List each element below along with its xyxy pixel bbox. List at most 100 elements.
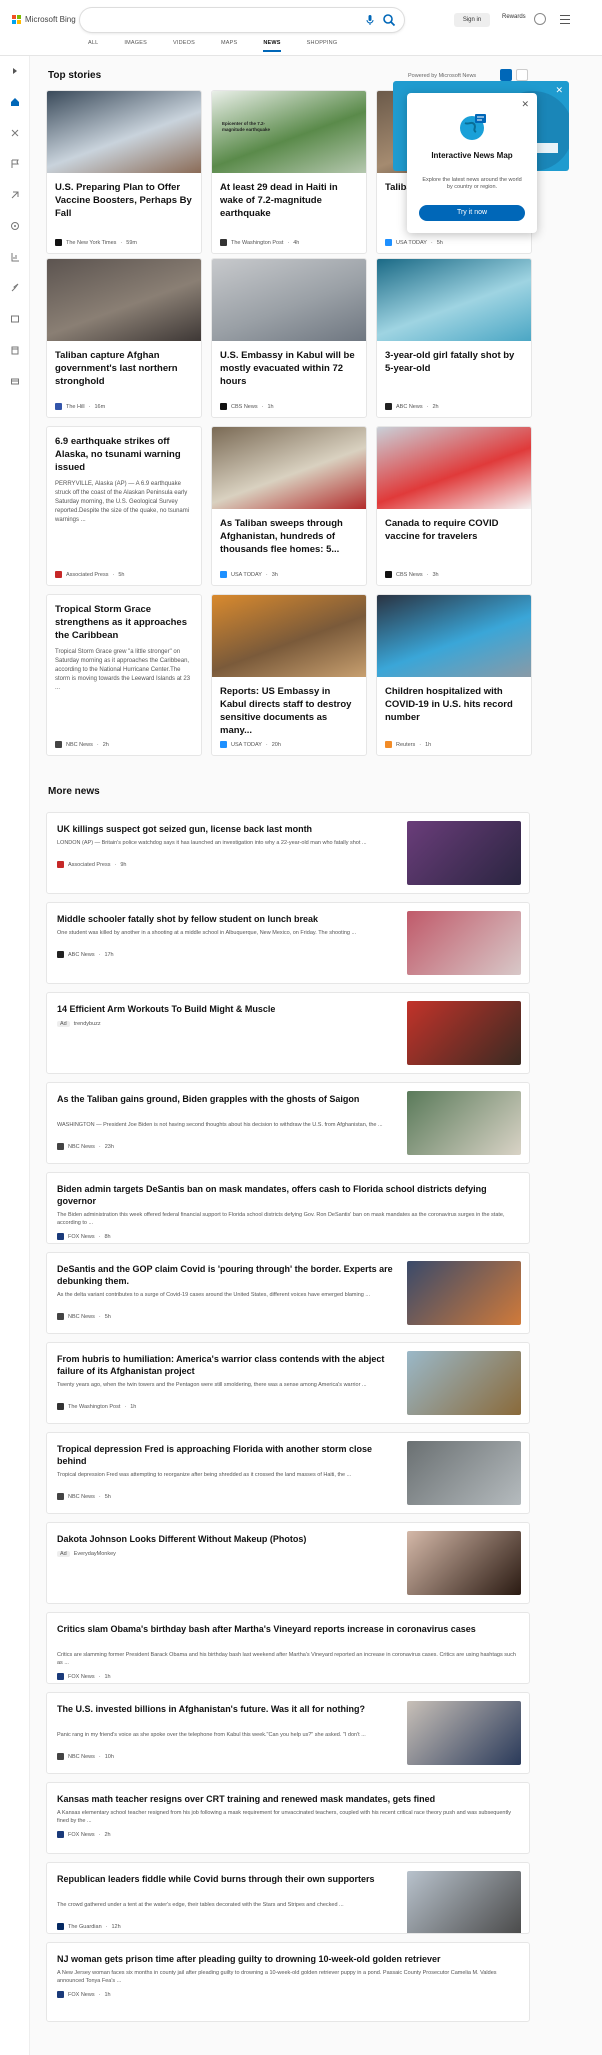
more-news-item[interactable]: UK killings suspect got seized gun, lice… [46,812,530,894]
news-card[interactable]: Reports: US Embassy in Kabul directs sta… [211,594,367,756]
separator: · [124,1403,127,1410]
news-card[interactable]: 3-year-old girl fatally shot by 5-year-o… [376,258,532,418]
microphone-icon[interactable] [364,14,376,26]
card-icon[interactable] [10,376,20,386]
money-icon[interactable] [10,190,20,200]
card-title[interactable]: At least 29 dead in Haiti in wake of 7.2… [220,181,358,220]
news-item-thumbnail[interactable] [407,1871,521,1933]
more-news-item[interactable]: NJ woman gets prison time after pleading… [46,1942,530,2022]
chart-icon[interactable] [10,252,20,262]
more-news-item[interactable]: Biden admin targets DeSantis ban on mask… [46,1172,530,1244]
news-item-thumbnail[interactable] [407,1701,521,1765]
more-news-item[interactable]: The U.S. invested billions in Afghanista… [46,1692,530,1774]
more-news-item[interactable]: Dakota Johnson Looks Different Without M… [46,1522,530,1604]
news-card[interactable]: 6.9 earthquake strikes off Alaska, no ts… [46,426,202,586]
card-source: USA TODAY · 20h [220,741,281,748]
news-card[interactable]: U.S. Preparing Plan to Offer Vaccine Boo… [46,90,202,254]
card-image [377,427,531,509]
scope-tabs: ALL IMAGES VIDEOS MAPS NEWS SHOPPING [88,40,363,52]
hamburger-menu-icon[interactable] [560,15,570,24]
search-icon[interactable] [382,13,396,27]
news-item-title[interactable]: UK killings suspect got seized gun, lice… [57,823,397,835]
news-item-title[interactable]: Tropical depression Fred is approaching … [57,1443,397,1467]
scope-tab-news[interactable]: NEWS [263,40,281,52]
popup-close-icon[interactable]: ✕ [521,99,529,110]
more-news-item[interactable]: 14 Efficient Arm Workouts To Build Might… [46,992,530,1074]
more-news-item[interactable]: Middle schooler fatally shot by fellow s… [46,902,530,984]
video-icon[interactable] [10,314,20,324]
more-news-item[interactable]: Republican leaders fiddle while Covid bu… [46,1862,530,1934]
sign-in-button[interactable]: Sign in [454,13,490,27]
news-item-title[interactable]: From hubris to humiliation: America's wa… [57,1353,397,1377]
expand-chevron-icon[interactable] [10,66,20,76]
news-item-source: NBC News · 5h [57,1313,111,1320]
news-item-title[interactable]: DeSantis and the GOP claim Covid is 'pou… [57,1263,397,1287]
news-item-thumbnail[interactable] [407,911,521,975]
news-item-source: FOX News · 1h [57,1991,111,1998]
rocket-icon[interactable] [10,283,20,293]
news-item-thumbnail[interactable] [407,1091,521,1155]
news-item-title[interactable]: Republican leaders fiddle while Covid bu… [57,1873,397,1885]
flag-icon[interactable] [10,159,20,169]
news-item-thumbnail[interactable] [407,1001,521,1065]
news-item-thumbnail[interactable] [407,1351,521,1415]
scope-tab-images[interactable]: IMAGES [124,40,147,52]
card-title[interactable]: As Taliban sweeps through Afghanistan, h… [220,517,358,556]
news-item-title[interactable]: Dakota Johnson Looks Different Without M… [57,1533,397,1545]
news-card[interactable]: Canada to require COVID vaccine for trav… [376,426,532,586]
rewards-label[interactable]: Rewards [502,14,526,20]
news-item-title[interactable]: Biden admin targets DeSantis ban on mask… [57,1183,517,1207]
more-news-item[interactable]: Tropical depression Fred is approaching … [46,1432,530,1514]
scope-tab-videos[interactable]: VIDEOS [173,40,195,52]
building-icon[interactable] [10,345,20,355]
news-item-title[interactable]: NJ woman gets prison time after pleading… [57,1953,517,1965]
news-card[interactable]: Taliban capture Afghan government's last… [46,258,202,418]
news-card[interactable]: U.S. Embassy in Kabul will be mostly eva… [211,258,367,418]
news-card[interactable]: Children hospitalized with COVID-19 in U… [376,594,532,756]
card-title[interactable]: Reports: US Embassy in Kabul directs sta… [220,685,358,737]
news-item-thumbnail[interactable] [407,1261,521,1325]
more-news-item[interactable]: As the Taliban gains ground, Biden grapp… [46,1082,530,1164]
news-item-thumbnail[interactable] [407,1531,521,1595]
map-view-icon[interactable] [516,69,528,81]
news-item-title[interactable]: As the Taliban gains ground, Biden grapp… [57,1093,397,1105]
promo-close-icon[interactable]: ✕ [555,85,563,96]
news-card[interactable]: As Taliban sweeps through Afghanistan, h… [211,426,367,586]
news-card[interactable]: Tropical Storm Grace strengthens as it a… [46,594,202,756]
rewards-trophy-icon[interactable] [534,13,546,25]
scope-tab-maps[interactable]: MAPS [221,40,237,52]
news-item-thumbnail[interactable] [407,821,521,885]
news-item-title[interactable]: Kansas math teacher resigns over CRT tra… [57,1793,517,1805]
more-news-item[interactable]: DeSantis and the GOP claim Covid is 'pou… [46,1252,530,1334]
card-title[interactable]: Taliban capture Afghan government's last… [55,349,193,388]
topics-icon[interactable] [10,128,20,138]
try-it-now-button[interactable]: Try it now [419,205,525,221]
news-item-title[interactable]: 14 Efficient Arm Workouts To Build Might… [57,1003,397,1015]
grid-view-icon[interactable] [500,69,512,81]
home-icon[interactable] [10,97,20,107]
card-title[interactable]: Children hospitalized with COVID-19 in U… [385,685,523,724]
card-title[interactable]: Tropical Storm Grace strengthens as it a… [55,603,193,642]
more-news-item[interactable]: Critics slam Obama's birthday bash after… [46,1612,530,1684]
card-image [377,595,531,677]
news-item-title[interactable]: Middle schooler fatally shot by fellow s… [57,913,397,925]
card-title[interactable]: U.S. Preparing Plan to Offer Vaccine Boo… [55,181,193,220]
news-item-title[interactable]: Critics slam Obama's birthday bash after… [57,1623,517,1635]
ad-badge: Ad [57,1551,70,1557]
scope-tab-all[interactable]: ALL [88,40,98,52]
card-title[interactable]: U.S. Embassy in Kabul will be mostly eva… [220,349,358,388]
news-card[interactable]: Epicenter of the 7.2-magnitude earthquak… [211,90,367,254]
card-title[interactable]: Canada to require COVID vaccine for trav… [385,517,523,543]
search-input[interactable] [92,14,342,26]
publisher-logo-icon [385,239,392,246]
more-news-item[interactable]: From hubris to humiliation: America's wa… [46,1342,530,1424]
scope-tab-shopping[interactable]: SHOPPING [307,40,338,52]
news-item-thumbnail[interactable] [407,1441,521,1505]
more-news-item[interactable]: Kansas math teacher resigns over CRT tra… [46,1782,530,1854]
globe-icon[interactable] [10,221,20,231]
news-item-title[interactable]: The U.S. invested billions in Afghanista… [57,1703,397,1715]
publisher-logo-icon [57,1753,64,1760]
card-title[interactable]: 6.9 earthquake strikes off Alaska, no ts… [55,435,193,474]
bing-logo[interactable]: Microsoft Bing [12,15,76,24]
card-title[interactable]: 3-year-old girl fatally shot by 5-year-o… [385,349,523,375]
